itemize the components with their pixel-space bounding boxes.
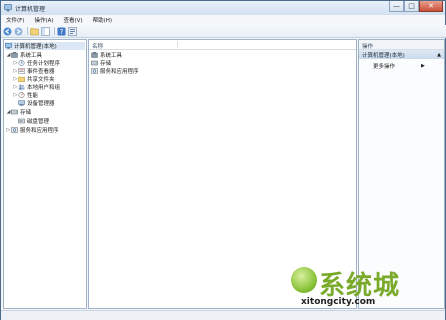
tree-label: 性能 xyxy=(27,93,39,99)
services-icon xyxy=(91,68,98,74)
tree-item-event-viewer[interactable]: ▷ 事件查看器 xyxy=(13,67,55,75)
tree-item-disk-management[interactable]: 磁盘管理 xyxy=(18,117,49,125)
tree-item-shared-folders[interactable]: ▷ 共享文件夹 xyxy=(13,75,55,83)
minimize-button[interactable]: — xyxy=(389,1,404,12)
menu-help[interactable]: 帮助(H) xyxy=(88,16,117,24)
actions-header: 操作 xyxy=(359,40,444,50)
site-watermark: 系统城 xitongcity.com xyxy=(291,261,431,316)
maximize-button[interactable]: □ xyxy=(404,1,419,12)
computer-icon xyxy=(5,43,12,49)
disk-icon xyxy=(18,118,25,124)
tree-label: 事件查看器 xyxy=(27,69,55,75)
forward-arrow-icon[interactable] xyxy=(14,27,23,36)
help-icon[interactable]: ? xyxy=(57,27,66,36)
toolbar-separator xyxy=(27,27,28,35)
properties-icon[interactable] xyxy=(68,26,77,36)
more-actions-label: 更多操作 xyxy=(373,64,396,70)
collapse-up-icon[interactable]: ▲ xyxy=(437,52,444,58)
storage-icon xyxy=(11,109,18,115)
users-icon xyxy=(18,84,25,90)
tree-item-local-users[interactable]: ▷ 本地用户和组 xyxy=(13,83,60,91)
tree-item-services-apps[interactable]: ▷ 服务和应用程序 xyxy=(6,126,59,134)
device-manager-icon xyxy=(18,100,25,106)
list-item[interactable]: 存储 xyxy=(91,59,111,67)
title-bar[interactable]: 计算机管理 — □ ✕ xyxy=(1,1,445,16)
svg-text:?: ? xyxy=(60,28,64,36)
tools-icon xyxy=(91,52,98,58)
list-item[interactable]: 系统工具 xyxy=(91,51,122,59)
show-tree-icon[interactable] xyxy=(41,26,50,36)
computer-management-window: 计算机管理 — □ ✕ 文件(F) 操作(A) 查看(V) 帮助(H) ? 计算… xyxy=(0,0,446,320)
watermark-url: xitongcity.com xyxy=(301,297,376,307)
list-item[interactable]: 服务和应用程序 xyxy=(91,67,139,75)
menu-file[interactable]: 文件(F) xyxy=(1,16,29,24)
tools-icon xyxy=(11,52,18,58)
navigation-tree: 计算机管理(本地) ◢ 系统工具 ▷ 任务计划程序 ▷ 事件查看器 ▷ 共享文件… xyxy=(3,39,87,309)
computer-management-icon xyxy=(4,4,12,12)
back-arrow-icon[interactable] xyxy=(3,27,12,36)
list-item-label: 系统工具 xyxy=(100,53,123,59)
services-icon xyxy=(11,127,18,133)
more-actions-link[interactable]: 更多操作 ▶ xyxy=(373,62,425,70)
tree-item-system-tools[interactable]: ◢ 系统工具 xyxy=(6,51,42,59)
event-viewer-icon xyxy=(18,68,25,74)
menu-view[interactable]: 查看(V) xyxy=(59,16,88,24)
close-button[interactable]: ✕ xyxy=(419,1,443,12)
menu-action[interactable]: 操作(A) xyxy=(29,16,58,24)
column-divider[interactable] xyxy=(177,41,178,48)
clock-icon xyxy=(18,60,25,66)
tree-label: 服务和应用程序 xyxy=(20,128,59,134)
tree-label: 磁盘管理 xyxy=(27,119,50,125)
tree-item-task-scheduler[interactable]: ▷ 任务计划程序 xyxy=(13,59,60,67)
tree-item-device-manager[interactable]: 设备管理器 xyxy=(18,99,55,107)
tree-label: 设备管理器 xyxy=(27,101,55,107)
actions-header-label: 操作 xyxy=(362,44,374,50)
tree-label: 系统工具 xyxy=(20,53,43,59)
actions-section-label: 计算机管理(本地) xyxy=(362,52,405,59)
list-item-label: 服务和应用程序 xyxy=(100,69,139,75)
tree-item-performance[interactable]: ▷ 性能 xyxy=(13,91,38,99)
storage-icon xyxy=(91,60,98,66)
list-item-label: 存储 xyxy=(100,61,112,67)
tree-item-storage[interactable]: ◢ 存储 xyxy=(6,108,31,116)
toolbar-separator xyxy=(54,27,55,35)
window-title: 计算机管理 xyxy=(15,6,46,13)
actions-section-computer-management[interactable]: 计算机管理(本地) ▲ xyxy=(359,50,444,59)
tree-label: 本地用户和组 xyxy=(27,85,61,91)
watermark-logo-icon xyxy=(291,267,317,293)
tree-label: 计算机管理(本地) xyxy=(14,44,57,50)
tree-label: 共享文件夹 xyxy=(27,77,55,83)
tree-item-computer-management[interactable]: 计算机管理(本地) xyxy=(5,42,85,50)
column-header-label: 名称 xyxy=(92,44,104,50)
column-header-name[interactable]: 名称 xyxy=(89,40,356,50)
toolbar: ? xyxy=(1,25,446,38)
up-folder-icon[interactable] xyxy=(30,27,39,36)
submenu-arrow-icon: ▶ xyxy=(421,63,425,69)
window-controls: — □ ✕ xyxy=(389,1,443,13)
tree-label: 任务计划程序 xyxy=(27,61,61,67)
performance-icon xyxy=(18,92,25,98)
shared-folder-icon xyxy=(18,76,25,82)
tree-label: 存储 xyxy=(20,110,32,116)
